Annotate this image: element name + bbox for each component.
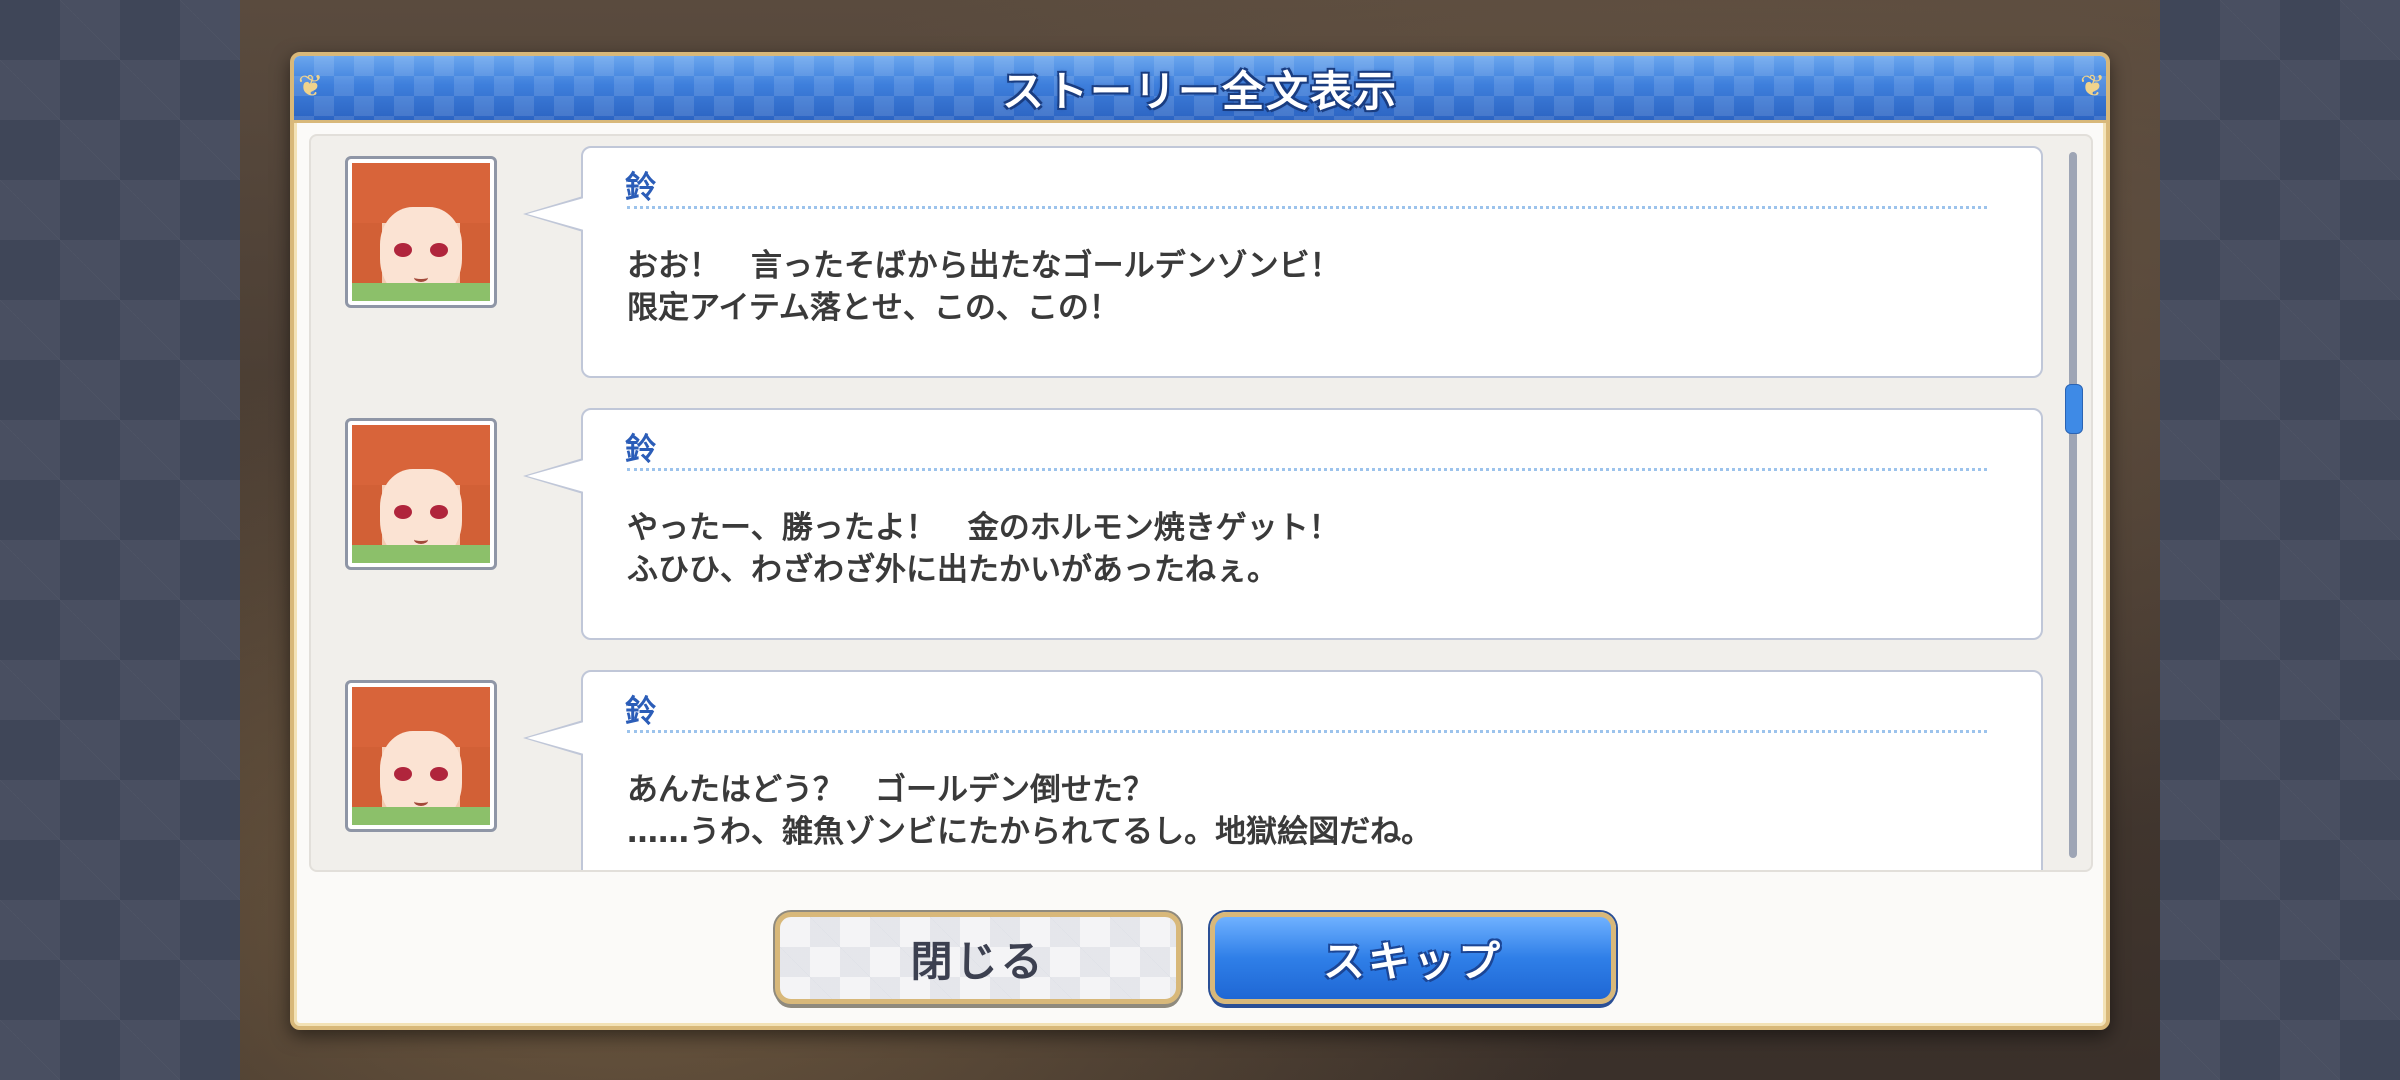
speech-bubble: 鈴 やったー、勝ったよ！ 金のホルモン焼きゲット！ ふひひ、わざわざ外に出たかい… [523,408,2043,640]
log-entry: 鈴 あんたはどう？ ゴールデン倒せた？ ……うわ、雑魚ゾンビにたかられてるし。地… [311,670,2051,870]
dialogue-line: おお！ 言ったそばから出たなゴールデンゾンビ！ [627,248,1341,284]
speaker-divider [627,730,1987,733]
speaker-name: 鈴 [625,432,656,468]
speaker-divider [627,206,1987,209]
close-button[interactable]: 閉じる [775,912,1181,1004]
speaker-name: 鈴 [625,170,656,206]
story-log-dialog: ❦ ❦ ストーリー全文表示 鈴 おお！ 言ったそばから出たなゴールデンゾンビ！ … [290,52,2110,1030]
story-log-list[interactable]: 鈴 おお！ 言ったそばから出たなゴールデンゾンビ！ 限定アイテム落とせ、この、こ… [309,134,2093,872]
character-portrait [345,156,497,308]
log-scrollbar[interactable] [2065,152,2083,858]
character-portrait [345,680,497,832]
dialogue-line: ……うわ、雑魚ゾンビにたかられてるし。地獄絵図だね。 [627,814,1433,850]
ornament-left-icon: ❦ [298,69,324,104]
dialogue-line: 限定アイテム落とせ、この、この！ [627,290,1120,326]
speech-bubble: 鈴 おお！ 言ったそばから出たなゴールデンゾンビ！ 限定アイテム落とせ、この、こ… [523,146,2043,378]
log-entry: 鈴 おお！ 言ったそばから出たなゴールデンゾンビ！ 限定アイテム落とせ、この、こ… [311,146,2051,386]
speech-bubble: 鈴 あんたはどう？ ゴールデン倒せた？ ……うわ、雑魚ゾンビにたかられてるし。地… [523,670,2043,870]
dialogue-line: ふひひ、わざわざ外に出たかいがあったねぇ。 [627,552,1278,588]
speaker-divider [627,468,1987,471]
dialogue-line: あんたはどう？ ゴールデン倒せた？ [627,772,1154,808]
dialogue-line: やったー、勝ったよ！ 金のホルモン焼きゲット！ [627,510,1340,546]
ornament-right-icon: ❦ [2080,69,2106,104]
log-entry: 鈴 やったー、勝ったよ！ 金のホルモン焼きゲット！ ふひひ、わざわざ外に出たかい… [311,408,2051,648]
dialog-title-bar: ❦ ❦ ストーリー全文表示 [294,56,2106,123]
speaker-name: 鈴 [625,694,656,730]
log-scrollbar-thumb[interactable] [2065,384,2083,434]
skip-button[interactable]: スキップ [1210,912,1616,1004]
screen-background: ❦ ❦ ストーリー全文表示 鈴 おお！ 言ったそばから出たなゴールデンゾンビ！ … [0,0,2400,1080]
dialog-title: ストーリー全文表示 [1001,66,1398,116]
character-portrait [345,418,497,570]
